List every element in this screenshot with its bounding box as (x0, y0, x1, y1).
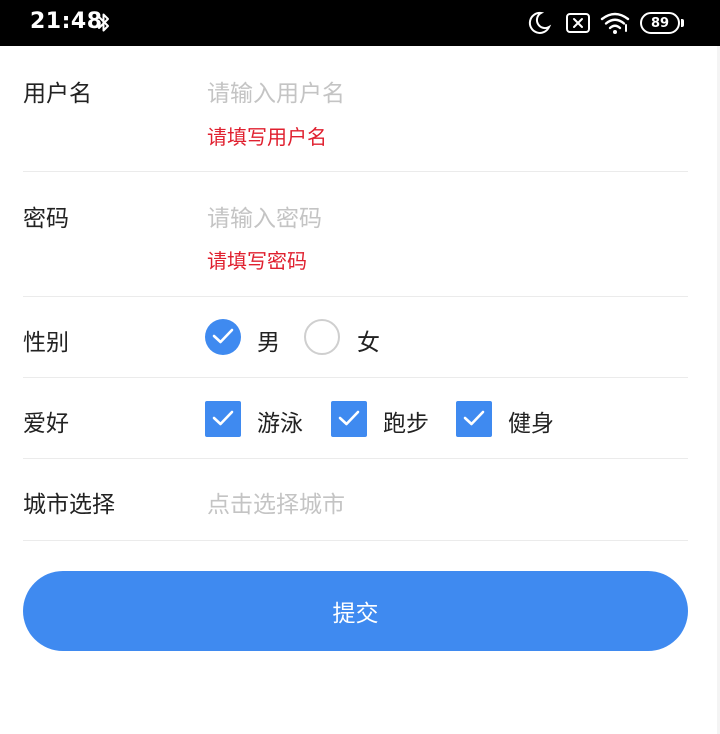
username-error: 请填写用户名 (207, 125, 327, 149)
status-time: 21:48 (30, 9, 103, 34)
check-icon (338, 410, 360, 426)
city-row: 城市选择 点击选择城市 (23, 459, 688, 541)
city-label: 城市选择 (23, 492, 115, 518)
moon-icon (528, 11, 552, 34)
check-icon (212, 328, 234, 344)
hobby-option-running-label[interactable]: 跑步 (383, 404, 429, 438)
no-sim-icon (566, 13, 590, 33)
check-icon (463, 410, 485, 426)
hobby-checkbox-fitness[interactable] (456, 401, 492, 437)
city-picker[interactable]: 点击选择城市 (207, 485, 345, 519)
gender-row: 性别 男 女 (23, 297, 688, 378)
bluetooth-icon (98, 13, 109, 32)
username-input[interactable]: 请输入用户名 (207, 74, 345, 108)
battery-icon: 89 (640, 12, 684, 34)
gender-label: 性别 (23, 330, 69, 356)
password-error: 请填写密码 (207, 249, 307, 273)
hobby-checkbox-running[interactable] (331, 401, 367, 437)
gender-radio-male[interactable] (205, 319, 241, 355)
password-input[interactable]: 请输入密码 (207, 199, 322, 233)
password-row: 密码 请输入密码 请填写密码 (23, 172, 688, 297)
gender-option-male-label[interactable]: 男 (257, 323, 280, 357)
username-row: 用户名 请输入用户名 请填写用户名 (23, 46, 688, 172)
hobby-checkbox-swimming[interactable] (205, 401, 241, 437)
battery-level: 89 (650, 15, 670, 31)
gender-option-female-label[interactable]: 女 (357, 323, 380, 357)
submit-button[interactable]: 提交 (23, 571, 688, 651)
password-label: 密码 (23, 206, 69, 232)
hobbies-label: 爱好 (23, 411, 69, 437)
status-bar: 21:48 89 (0, 0, 720, 46)
username-label: 用户名 (23, 81, 92, 107)
hobby-option-swimming-label[interactable]: 游泳 (257, 404, 303, 438)
wifi-icon (600, 12, 630, 34)
hobbies-row: 爱好 游泳 跑步 健身 (23, 378, 688, 459)
hobby-option-fitness-label[interactable]: 健身 (508, 404, 554, 438)
gender-radio-female[interactable] (304, 319, 340, 355)
check-icon (212, 410, 234, 426)
